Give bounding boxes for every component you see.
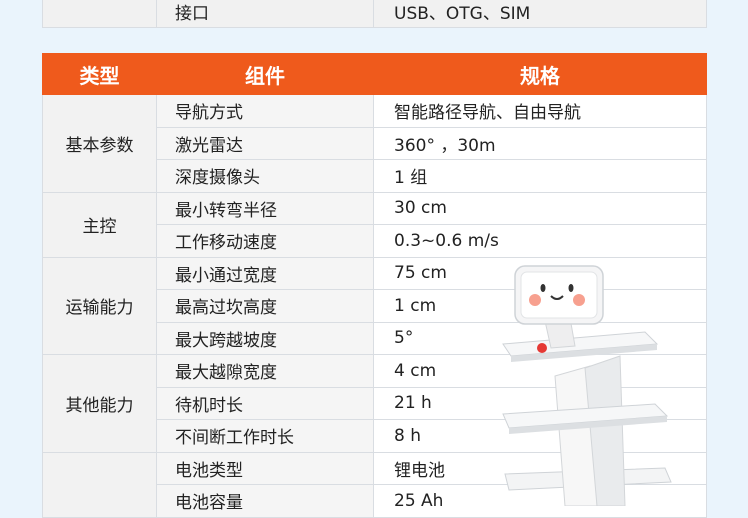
type-cell: 主控 [42, 191, 157, 258]
type-cell [42, 0, 157, 28]
header-type: 类型 [42, 53, 157, 95]
component-cell: 激光雷达 [156, 126, 374, 160]
spec-cell: 360° ，30m [373, 126, 707, 160]
component-cell: 电池容量 [156, 484, 374, 518]
component-cell: 最大跨越坡度 [156, 321, 374, 355]
header-component: 组件 [156, 53, 374, 95]
component-cell: 不间断工作时长 [156, 419, 374, 453]
table-row: 主控 最小转弯半径 30 cm [42, 191, 707, 258]
interface-table: 接口 USB、OTG、SIM [42, 0, 707, 28]
component-cell: 待机时长 [156, 386, 374, 420]
table-row: 接口 USB、OTG、SIM [42, 0, 707, 28]
type-cell: 其他能力 [42, 354, 157, 453]
component-cell: 深度摄像头 [156, 159, 374, 193]
component-cell: 最高过坎高度 [156, 289, 374, 323]
component-cell: 导航方式 [156, 94, 374, 128]
component-cell: 最小转弯半径 [156, 191, 374, 225]
spec-cell: USB、OTG、SIM [373, 0, 707, 28]
component-cell: 最大越隙宽度 [156, 354, 374, 388]
type-cell: 基本参数 [42, 94, 157, 193]
spec-cell: 0.3~0.6 m/s [373, 224, 707, 258]
table-header: 类型 组件 规格 [42, 53, 707, 95]
type-cell: 运输能力 [42, 256, 157, 355]
spec-cell: 智能路径导航、自由导航 [373, 94, 707, 128]
component-cell: 工作移动速度 [156, 224, 374, 258]
spec-cell: 30 cm [373, 191, 707, 225]
component-cell: 接口 [156, 0, 374, 28]
spec-cell: 1 组 [373, 159, 707, 193]
table-row: 基本参数 导航方式 智能路径导航、自由导航 [42, 94, 707, 193]
delivery-robot-image [502, 265, 672, 506]
component-cell: 最小通过宽度 [156, 256, 374, 290]
type-cell [42, 451, 157, 518]
header-spec: 规格 [373, 53, 707, 95]
component-cell: 电池类型 [156, 451, 374, 485]
